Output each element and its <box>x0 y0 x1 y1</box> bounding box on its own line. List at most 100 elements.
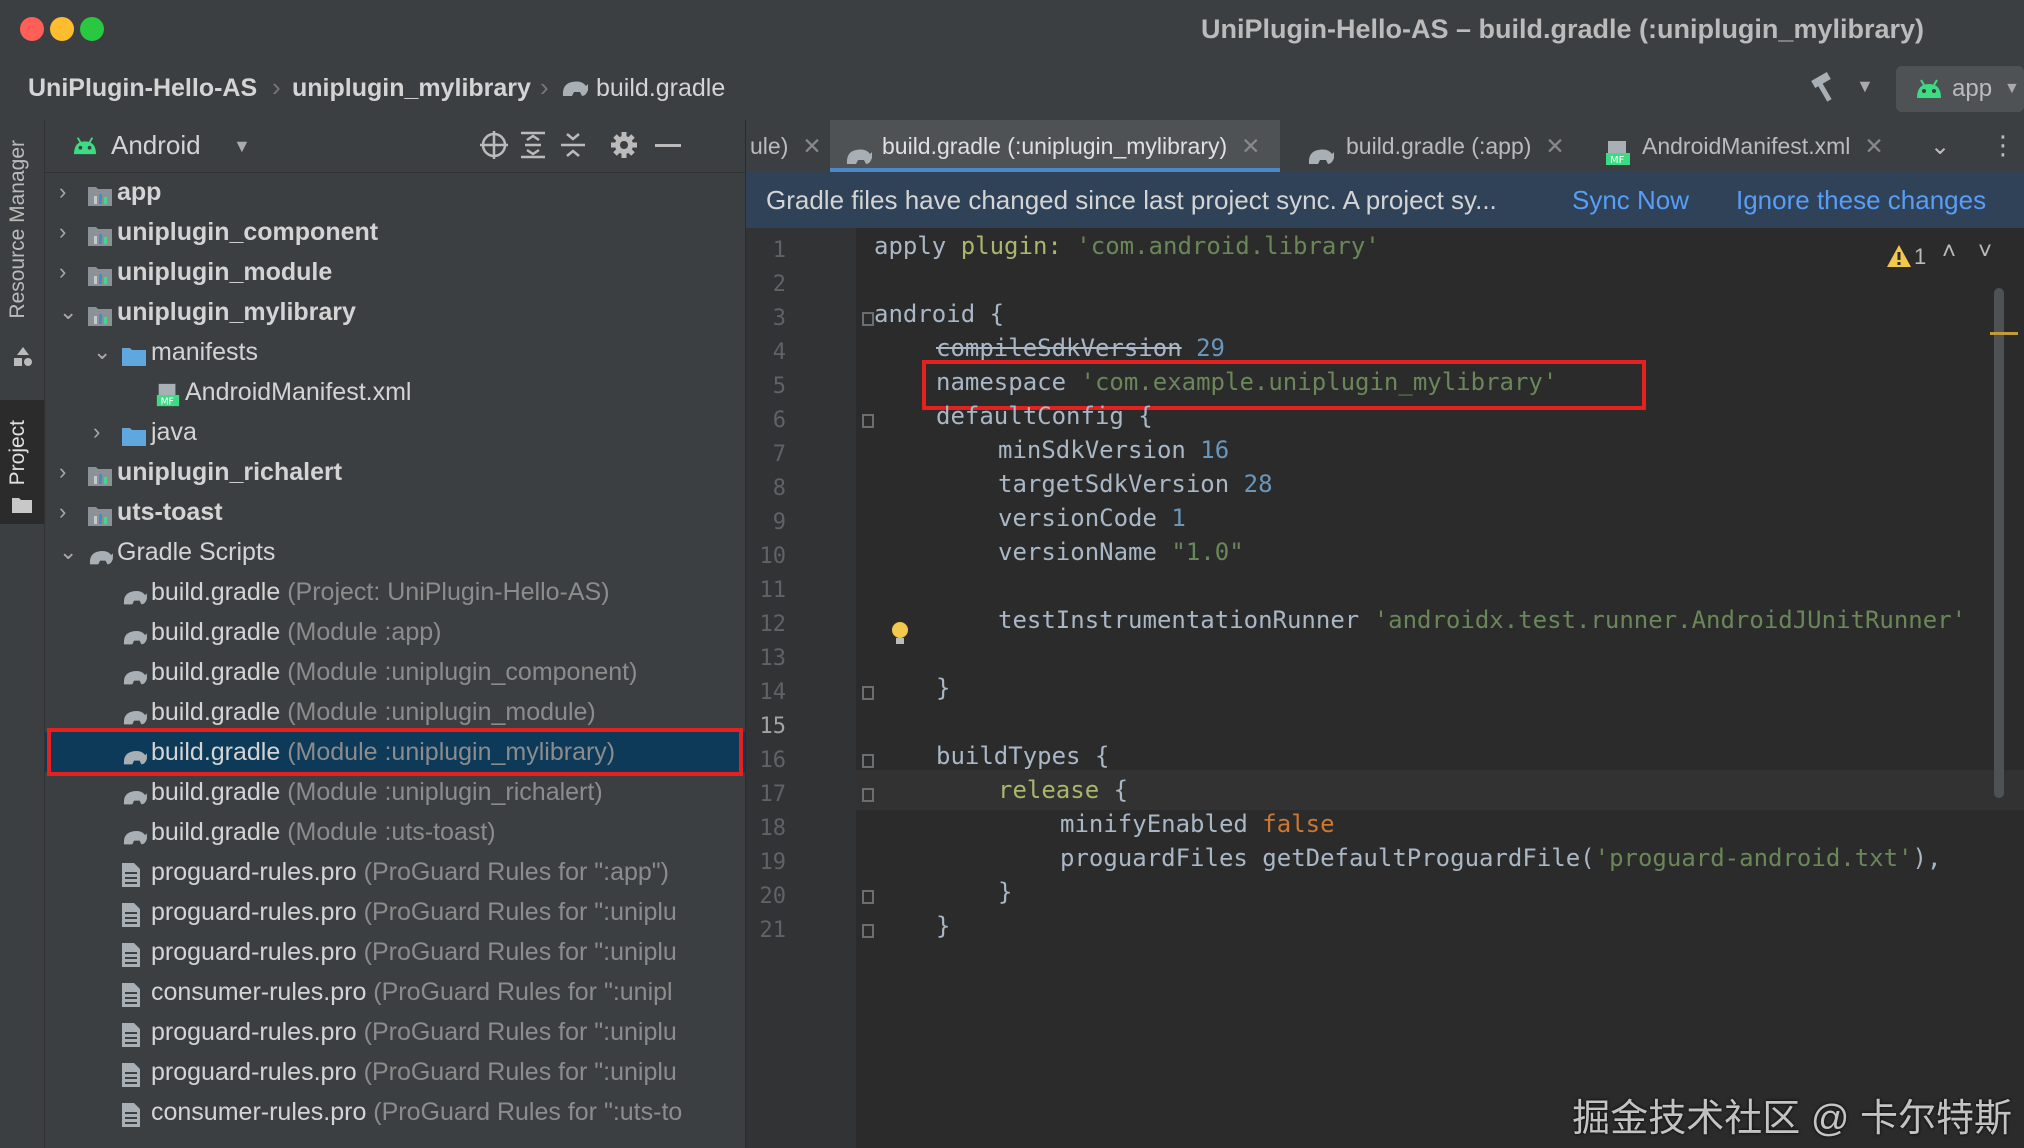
tree-item[interactable]: proguard-rules.pro (ProGuard Rules for "… <box>45 932 745 972</box>
warning-icon[interactable] <box>1886 244 1912 273</box>
tree-item[interactable]: › uniplugin_component <box>45 212 745 252</box>
code-line-14: } <box>936 674 951 702</box>
project-view-selector[interactable]: Android <box>111 130 201 161</box>
close-window-button[interactable] <box>20 17 44 41</box>
chevron-right-icon[interactable]: › <box>59 172 79 212</box>
tree-item-label: build.gradle (Module :uniplugin_richaler… <box>151 778 603 806</box>
chevron-down-icon[interactable]: ⌄ <box>59 532 79 572</box>
close-icon[interactable]: ✕ <box>802 133 821 159</box>
close-icon[interactable]: ✕ <box>1545 133 1564 159</box>
fold-marker-icon[interactable] <box>862 788 874 802</box>
chevron-down-icon[interactable]: ⌄ <box>93 332 113 372</box>
tree-item[interactable]: build.gradle (Module :app) <box>45 612 745 652</box>
hammer-icon[interactable] <box>1808 72 1840 111</box>
text-file-icon <box>121 1100 147 1127</box>
close-icon[interactable]: ✕ <box>1241 133 1260 159</box>
line-number: 5 <box>772 374 786 399</box>
fold-marker-icon[interactable] <box>862 890 874 904</box>
tree-item[interactable]: build.gradle (Module :uniplugin_richaler… <box>45 772 745 812</box>
editor-tab-mylibrary-gradle[interactable]: build.gradle (:uniplugin_mylibrary) ✕ <box>830 120 1280 172</box>
tree-item[interactable]: ⌄ uniplugin_mylibrary <box>45 292 745 332</box>
expand-all-icon[interactable] <box>519 130 547 165</box>
gear-icon[interactable] <box>609 130 639 165</box>
tree-item[interactable]: › uniplugin_richalert <box>45 452 745 492</box>
chevron-down-icon[interactable]: ⌄ <box>59 292 79 332</box>
editor-tab-previous[interactable]: ule) ✕ <box>750 120 822 172</box>
tree-item[interactable]: › uts-toast <box>45 492 745 532</box>
tree-item[interactable]: proguard-rules.pro (ProGuard Rules for "… <box>45 1052 745 1092</box>
breadcrumb-file[interactable]: build.gradle <box>596 74 725 103</box>
tree-item[interactable]: ⌄ manifests <box>45 332 745 372</box>
tree-item[interactable]: › java <box>45 412 745 452</box>
tree-item[interactable]: › uniplugin_module <box>45 252 745 292</box>
tree-item[interactable]: build.gradle (Module :uts-toast) <box>45 812 745 852</box>
tree-item[interactable]: proguard-rules.pro (ProGuard Rules for "… <box>45 852 745 892</box>
banner-message: Gradle files have changed since last pro… <box>766 185 1497 215</box>
fold-marker-icon[interactable] <box>862 924 874 938</box>
locate-icon[interactable] <box>479 130 509 165</box>
project-tab[interactable]: Project <box>0 400 44 524</box>
minimize-window-button[interactable] <box>50 17 74 41</box>
tree-item-label: uniplugin_richalert <box>117 458 343 486</box>
close-icon[interactable]: ✕ <box>1864 133 1883 159</box>
gradle-elephant-icon <box>121 780 147 805</box>
tree-item[interactable]: build.gradle (Module :uniplugin_componen… <box>45 652 745 692</box>
line-number: 16 <box>759 748 787 773</box>
minimize-panel-icon[interactable] <box>655 144 681 147</box>
selected-file-highlight-box <box>47 728 743 776</box>
fold-marker-icon[interactable] <box>862 414 874 428</box>
editor-tab-app-gradle[interactable]: build.gradle (:app) ✕ <box>1306 120 1616 172</box>
run-configuration-dropdown[interactable]: app ▼ <box>1896 66 2024 112</box>
tabs-dropdown-icon[interactable]: ⌄ <box>1930 132 1950 161</box>
tree-item-label: uniplugin_mylibrary <box>117 298 356 326</box>
chevron-down-icon[interactable]: ▼ <box>1856 76 1874 97</box>
text-file-icon <box>121 1060 147 1087</box>
ignore-changes-link[interactable]: Ignore these changes <box>1736 172 1986 228</box>
gradle-elephant-icon <box>121 700 147 725</box>
resource-manager-icon <box>12 346 34 373</box>
more-options-icon[interactable]: ⋮ <box>1990 130 2016 161</box>
breadcrumb-project[interactable]: UniPlugin-Hello-AS <box>28 74 257 103</box>
resource-manager-tab[interactable]: Resource Manager <box>6 140 30 319</box>
warning-marker[interactable] <box>1990 332 2018 335</box>
code-line-6: defaultConfig { <box>936 402 1153 430</box>
code-line-4: compileSdkVersion 29 <box>936 334 1225 362</box>
breadcrumb-module[interactable]: uniplugin_mylibrary <box>292 74 531 103</box>
chevron-down-icon[interactable]: ˅ <box>1978 238 1992 266</box>
editor-tab-android-manifest[interactable]: MF AndroidManifest.xml ✕ <box>1604 120 1934 172</box>
zoom-window-button[interactable] <box>80 17 104 41</box>
collapse-all-icon[interactable] <box>559 130 587 165</box>
folder-icon <box>11 496 33 519</box>
tree-item[interactable]: › app <box>45 172 745 212</box>
sync-now-link[interactable]: Sync Now <box>1572 172 1689 228</box>
editor-area: ule) ✕ build.gradle (:uniplugin_mylibrary… <box>746 120 2024 1148</box>
tree-item-label: build.gradle (Module :uniplugin_componen… <box>151 658 638 686</box>
tree-item[interactable]: proguard-rules.pro (ProGuard Rules for "… <box>45 892 745 932</box>
fold-marker-icon[interactable] <box>862 754 874 768</box>
lightbulb-icon[interactable] <box>888 620 912 653</box>
text-file-icon <box>121 860 147 887</box>
code-line-20: } <box>998 878 1013 906</box>
tree-item[interactable]: proguard-rules.pro (ProGuard Rules for "… <box>45 1012 745 1052</box>
tree-item[interactable]: ⌄ Gradle Scripts <box>45 532 745 572</box>
chevron-right-icon[interactable]: › <box>59 492 79 532</box>
chevron-right-icon[interactable]: › <box>59 252 79 292</box>
tree-item-label: uniplugin_component <box>117 218 379 246</box>
line-number: 1 <box>772 238 786 263</box>
tree-item[interactable]: build.gradle (Project: UniPlugin-Hello-A… <box>45 572 745 612</box>
vertical-scrollbar[interactable] <box>1994 288 2004 798</box>
tree-item[interactable]: MF AndroidManifest.xml <box>45 372 745 412</box>
tree-item[interactable]: build.gradle (Module :uniplugin_module) <box>45 692 745 732</box>
chevron-right-icon[interactable]: › <box>59 452 79 492</box>
chevron-up-icon[interactable]: ˄ <box>1942 238 1956 266</box>
tree-item[interactable]: consumer-rules.pro (ProGuard Rules for "… <box>45 972 745 1012</box>
chevron-right-icon[interactable]: › <box>93 412 113 452</box>
fold-marker-icon[interactable] <box>862 312 874 326</box>
tree-item[interactable]: consumer-rules.pro (ProGuard Rules for "… <box>45 1092 745 1132</box>
module-folder-icon <box>87 220 113 246</box>
tab-label: AndroidManifest.xml <box>1642 133 1851 159</box>
chevron-down-icon[interactable]: ▼ <box>233 136 251 157</box>
tool-window-stripe: Resource Manager Project <box>0 120 45 1148</box>
chevron-right-icon[interactable]: › <box>59 212 79 252</box>
fold-marker-icon[interactable] <box>862 686 874 700</box>
